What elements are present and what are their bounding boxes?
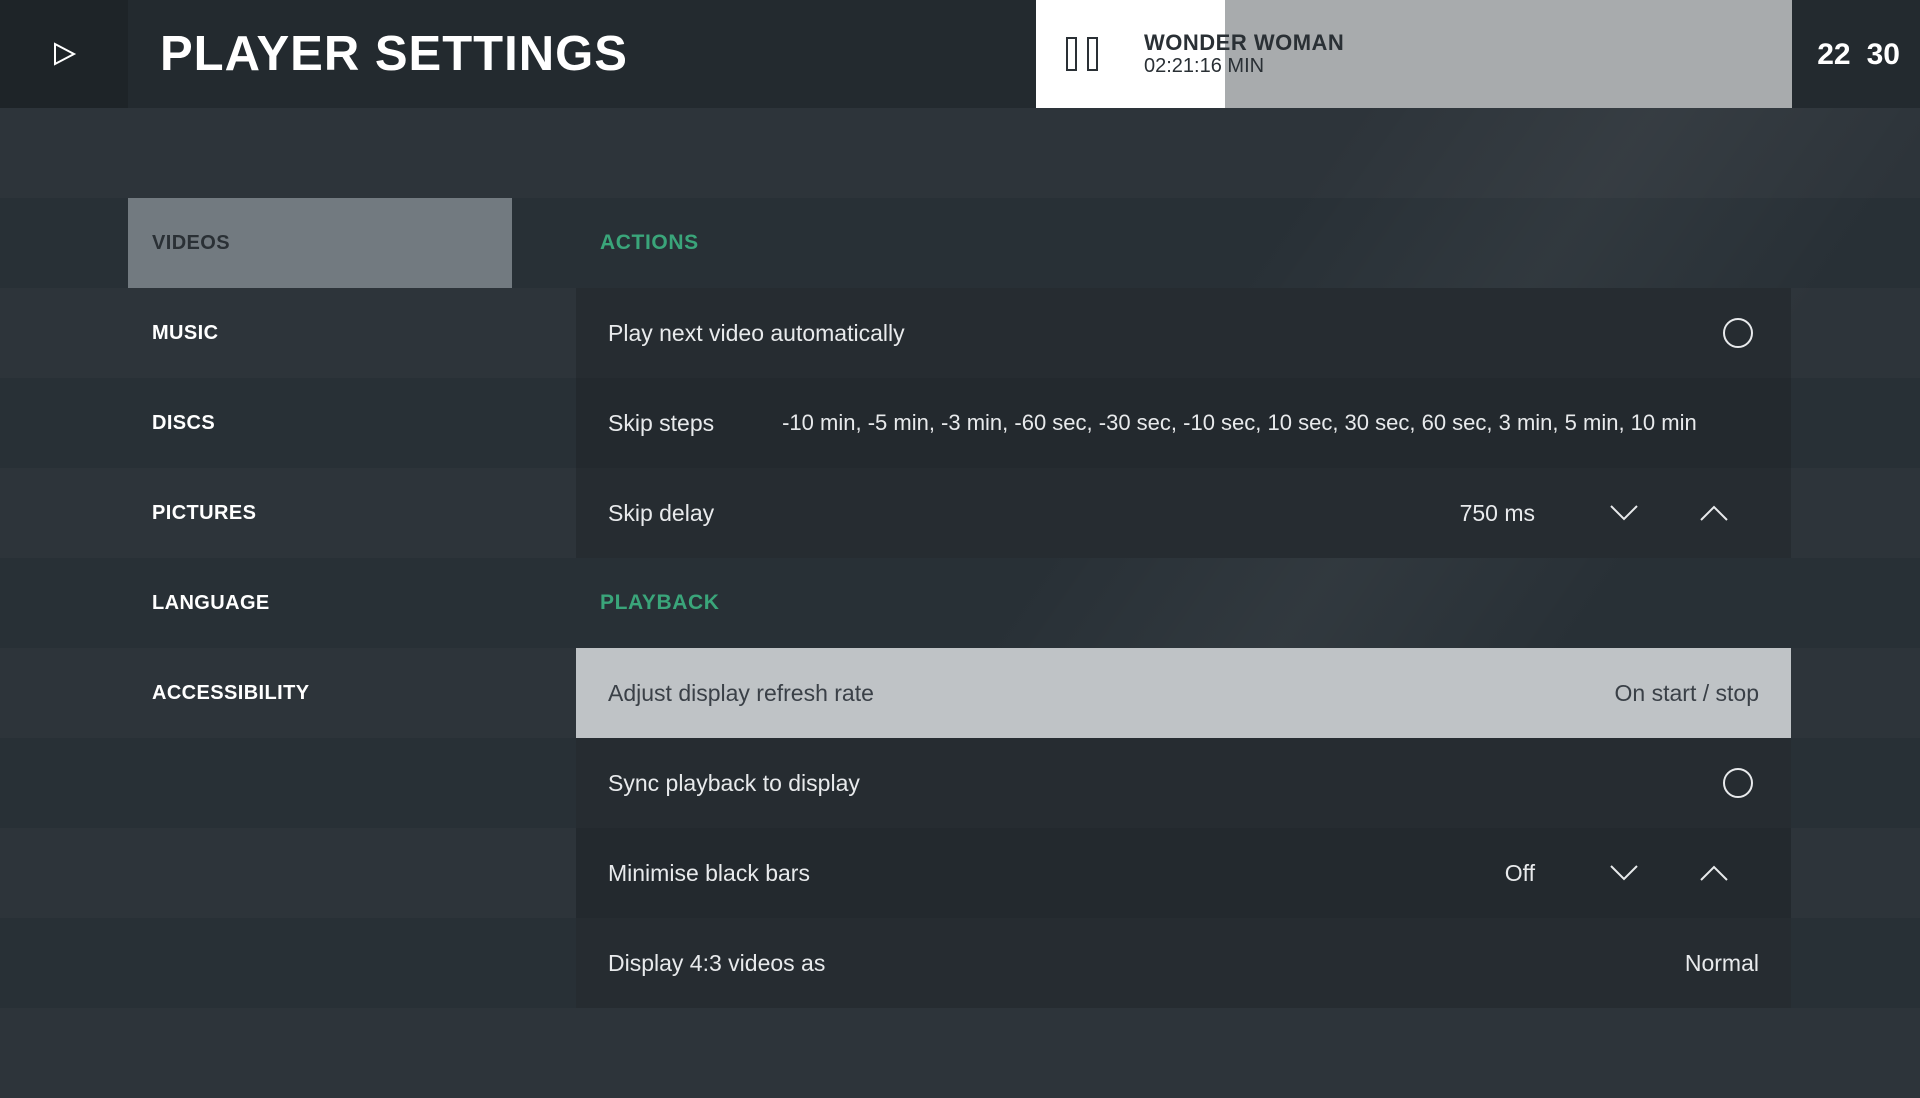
sidebar-item-pictures[interactable]: PICTURES xyxy=(128,468,512,558)
decrease-button[interactable] xyxy=(1579,493,1669,533)
setting-value: Normal xyxy=(1684,949,1759,976)
setting-label: Skip delay xyxy=(608,499,715,526)
radio-circle-icon[interactable] xyxy=(1723,318,1753,348)
setting-label: Sync playback to display xyxy=(608,769,860,796)
chevron-up-icon xyxy=(1700,865,1728,881)
setting-value: 750 ms xyxy=(1459,499,1535,526)
sidebar-item-language[interactable]: LANGUAGE xyxy=(128,558,512,648)
clock-hours: 22 xyxy=(1817,38,1851,71)
setting-label: Skip steps xyxy=(608,409,715,436)
background-band xyxy=(0,108,1920,198)
background-band xyxy=(0,1008,1920,1098)
setting-sync-playback[interactable]: Sync playback to display xyxy=(576,738,1791,828)
setting-skip-delay[interactable]: Skip delay 750 ms xyxy=(576,468,1791,558)
home-button[interactable] xyxy=(0,0,128,108)
chevron-down-icon xyxy=(1610,865,1638,881)
setting-label: Minimise black bars xyxy=(608,859,810,886)
radio-circle-icon[interactable] xyxy=(1723,768,1753,798)
sidebar-item-music[interactable]: MUSIC xyxy=(128,288,512,378)
play-triangle-icon xyxy=(54,42,77,66)
increase-button[interactable] xyxy=(1669,493,1759,533)
clock-minutes: 30 xyxy=(1866,38,1900,71)
setting-value: On start / stop xyxy=(1614,679,1759,706)
now-playing-title: WONDER WOMAN xyxy=(1144,30,1345,55)
settings-panel: ACTIONS Play next video automatically Sk… xyxy=(576,198,1791,1008)
sidebar-item-discs[interactable]: DISCS xyxy=(128,378,512,468)
settings-category-nav: VIDEOS MUSIC DISCS PICTURES LANGUAGE ACC… xyxy=(128,198,512,738)
skip-delay-stepper[interactable]: 750 ms xyxy=(1375,493,1759,533)
section-heading-actions: ACTIONS xyxy=(600,231,699,254)
page-title: PLAYER SETTINGS xyxy=(160,27,628,81)
section-heading-playback: PLAYBACK xyxy=(600,591,720,614)
setting-adjust-refresh-rate[interactable]: Adjust display refresh rate On start / s… xyxy=(576,648,1791,738)
chevron-up-icon xyxy=(1700,505,1728,521)
pause-icon[interactable] xyxy=(1066,34,1098,74)
setting-label: Display 4:3 videos as xyxy=(608,949,826,976)
setting-play-next-automatically[interactable]: Play next video automatically xyxy=(576,288,1791,378)
setting-label: Play next video automatically xyxy=(608,319,905,346)
sidebar-item-videos[interactable]: VIDEOS xyxy=(128,198,512,288)
setting-skip-steps[interactable]: Skip steps -10 min, -5 min, -3 min, -60 … xyxy=(576,378,1791,468)
top-bar: PLAYER SETTINGS WONDER WOMAN 02:21:16 MI… xyxy=(0,0,1920,108)
now-playing-time: 02:21:16 MIN xyxy=(1144,55,1265,77)
setting-display-4-3-videos[interactable]: Display 4:3 videos as Normal xyxy=(576,918,1791,1008)
setting-minimise-black-bars[interactable]: Minimise black bars Off xyxy=(576,828,1791,918)
black-bars-stepper[interactable]: Off xyxy=(1375,853,1759,893)
chevron-down-icon xyxy=(1610,505,1638,521)
setting-value: -10 min, -5 min, -3 min, -60 sec, -30 se… xyxy=(782,410,1697,435)
clock: 22 30 xyxy=(1817,38,1900,72)
decrease-button[interactable] xyxy=(1579,853,1669,893)
increase-button[interactable] xyxy=(1669,853,1759,893)
sidebar-item-accessibility[interactable]: ACCESSIBILITY xyxy=(128,648,512,738)
setting-label: Adjust display refresh rate xyxy=(608,679,874,706)
now-playing-widget[interactable]: WONDER WOMAN 02:21:16 MIN xyxy=(1036,0,1792,108)
setting-value: Off xyxy=(1504,859,1535,886)
